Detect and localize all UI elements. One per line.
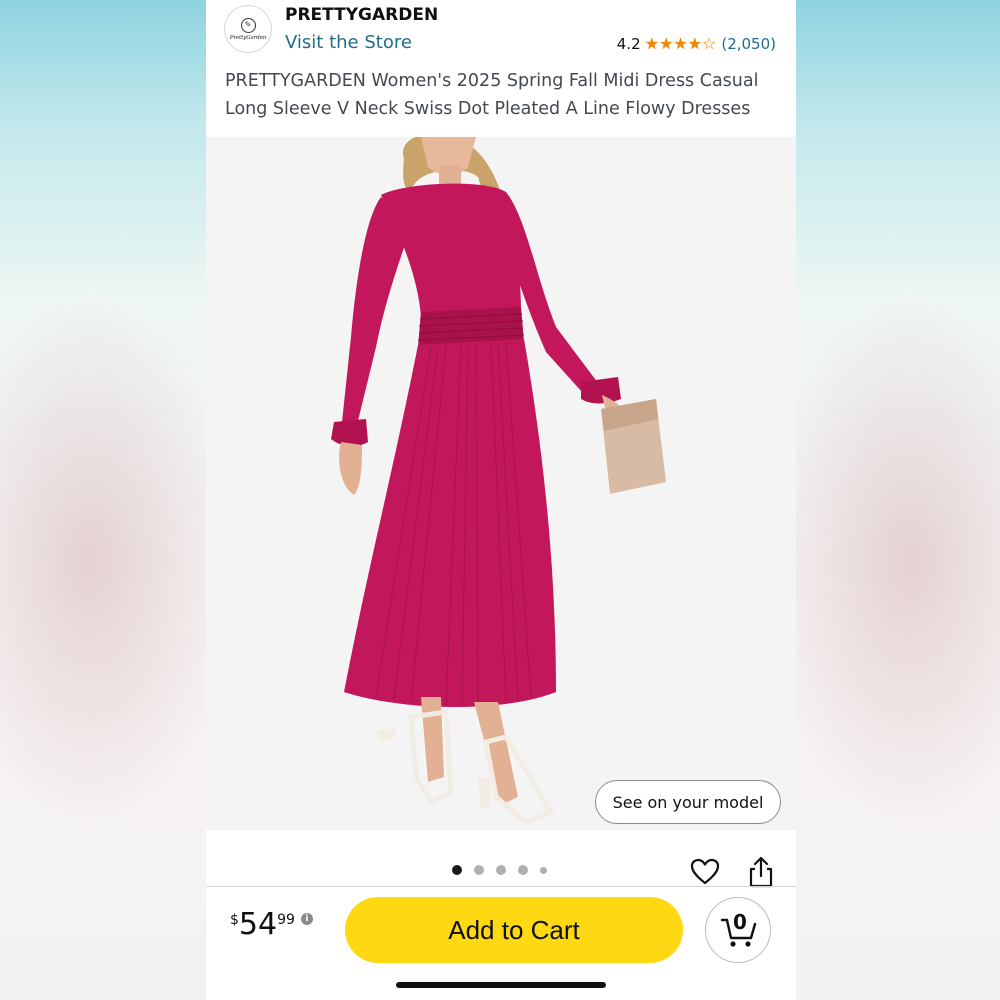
price: $ 54 99 i [230,908,313,942]
divider [206,886,796,887]
brand-name: PRETTYGARDEN [285,5,439,25]
phone-screen: ✎ PrettyGarden PRETTYGARDEN Visit the St… [206,0,796,1000]
star-rating-icon: ☆☆☆☆☆ ★★★★★ [644,34,717,53]
image-carousel-dots[interactable] [452,865,559,875]
carousel-dot[interactable] [452,865,462,875]
rating-summary[interactable]: 4.2 ☆☆☆☆☆ ★★★★★ (2,050) [616,34,776,54]
heart-icon[interactable] [690,857,720,887]
carousel-dot[interactable] [474,865,484,875]
carousel-dot[interactable] [540,866,547,874]
carousel-dot[interactable] [496,865,506,875]
rating-value: 4.2 [616,35,641,53]
see-on-model-button[interactable]: See on your model [595,780,781,824]
product-title: PRETTYGARDEN Women's 2025 Spring Fall Mi… [225,71,759,119]
price-currency: $ [230,912,239,928]
info-icon[interactable]: i [300,913,313,925]
cart-count: 0 [733,910,747,934]
cart-button[interactable]: 0 [705,897,771,963]
dress-photo [331,137,666,825]
price-whole: 54 [238,907,278,942]
carousel-dot[interactable] [518,865,528,875]
add-to-cart-button[interactable]: Add to Cart [345,897,683,963]
brand-mark-icon: ✎ [240,17,256,33]
price-fraction: 99 [277,912,295,928]
visit-store-link[interactable]: Visit the Store [285,32,412,53]
product-image[interactable]: See on your model [206,137,796,830]
store-logo[interactable]: ✎ PrettyGarden [224,5,272,53]
share-icon[interactable] [746,855,776,889]
logo-text: PrettyGarden [229,34,267,41]
home-indicator[interactable] [396,982,606,988]
review-count-link[interactable]: (2,050) [721,35,776,53]
